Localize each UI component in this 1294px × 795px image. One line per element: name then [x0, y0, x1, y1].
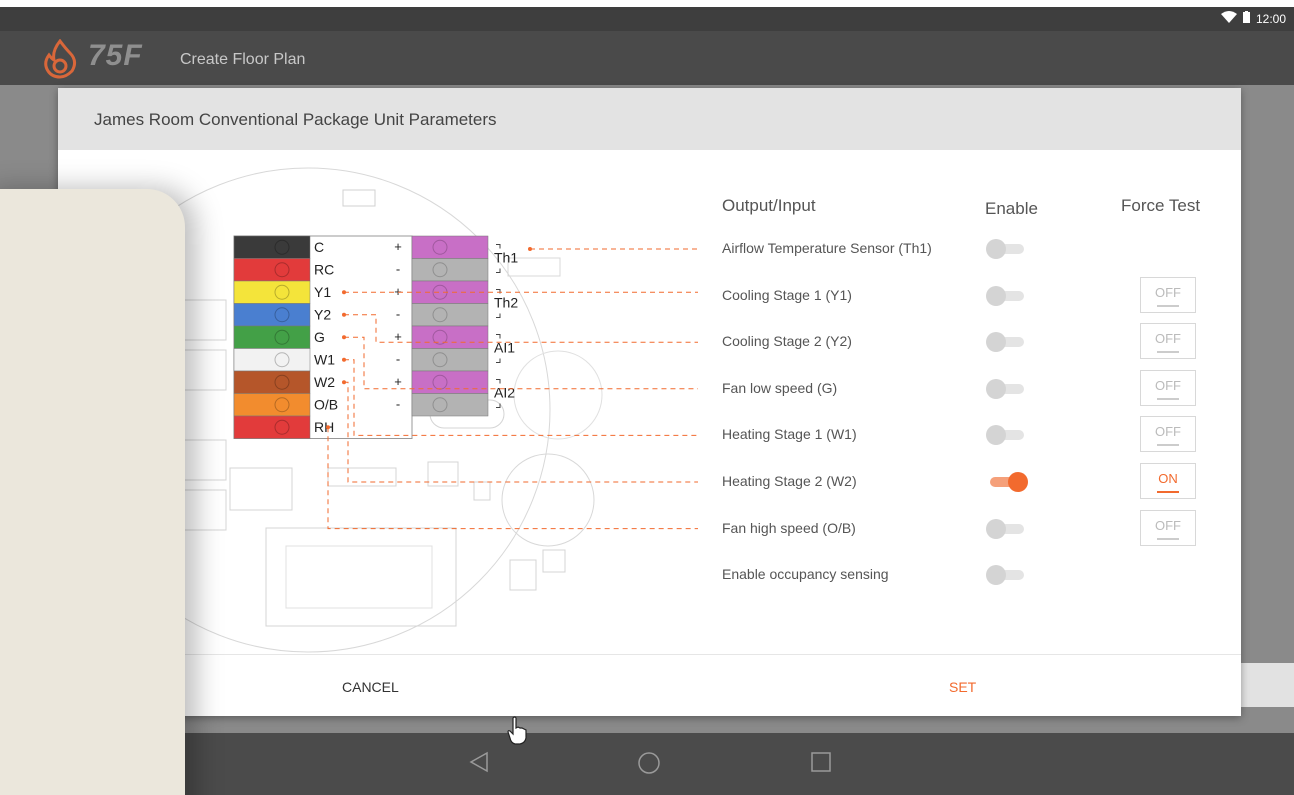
- enable-toggle[interactable]: [986, 238, 1030, 260]
- brand-logo: 75F: [88, 39, 143, 72]
- background-panel: [1234, 663, 1294, 707]
- terminal-swatch: [233, 415, 311, 439]
- force-test-label: OFF: [1155, 284, 1181, 300]
- polarity-label: +: [394, 239, 402, 254]
- force-test-indicator: [1157, 537, 1179, 540]
- column-enable: Enable: [985, 199, 1038, 218]
- status-time: 12:00: [1255, 11, 1286, 26]
- terminal-label: Th1: [494, 250, 518, 266]
- terminal-swatch: [233, 370, 311, 394]
- terminal-label: RC: [314, 262, 334, 278]
- column-force-test: Force Test: [1121, 196, 1201, 215]
- back-icon[interactable]: [469, 751, 489, 778]
- enable-toggle[interactable]: [986, 285, 1030, 307]
- status-bar: 12:00: [0, 7, 1294, 31]
- force-test-indicator: [1157, 351, 1179, 354]
- cancel-button[interactable]: CANCEL: [342, 679, 399, 695]
- force-test-button[interactable]: OFF: [1140, 509, 1196, 546]
- row-label: Airflow Temperature Sensor (Th1): [722, 240, 932, 256]
- force-test-label: ON: [1158, 471, 1178, 486]
- terminal-label: AI2: [494, 385, 515, 401]
- polarity-label: -: [396, 307, 400, 322]
- enable-toggle[interactable]: [986, 471, 1030, 493]
- app-title: Create Floor Plan: [180, 51, 306, 68]
- dialog-header: James Room Conventional Package Unit Par…: [58, 88, 1241, 150]
- enable-toggle[interactable]: [986, 424, 1030, 446]
- row-label: Cooling Stage 1 (Y1): [722, 286, 852, 303]
- polarity-label: -: [396, 352, 400, 367]
- terminal-label: O/B: [314, 397, 338, 413]
- enable-toggle[interactable]: [986, 331, 1030, 353]
- terminal-label: RH: [314, 419, 334, 435]
- navigation-bar: [0, 733, 1294, 795]
- force-test-label: OFF: [1155, 377, 1181, 393]
- row-label: Enable occupancy sensing: [722, 566, 889, 583]
- terminal-label: G: [314, 329, 325, 345]
- force-test-button[interactable]: OFF: [1140, 416, 1196, 453]
- enable-toggle[interactable]: [986, 564, 1030, 586]
- home-icon[interactable]: [637, 751, 661, 780]
- terminal-label: W2: [314, 374, 335, 390]
- row-label: Heating Stage 2 (W2): [722, 473, 857, 489]
- force-test-button[interactable]: OFF: [1140, 276, 1196, 313]
- polarity-label: +: [394, 374, 402, 389]
- android-screen: 12:00 75F Create Floor Plan James Room C…: [0, 7, 1294, 795]
- force-test-indicator: [1157, 397, 1179, 400]
- force-test-button[interactable]: OFF: [1140, 369, 1196, 406]
- left-terminal-block: CRCY1Y2GW1W2O/BRH+-+-+-+-: [233, 235, 413, 439]
- set-button[interactable]: SET: [949, 679, 976, 695]
- terminal-swatch: [233, 393, 311, 417]
- parameters-dialog: James Room Conventional Package Unit Par…: [58, 88, 1241, 716]
- polarity-label: +: [394, 284, 402, 299]
- row-label: Fan high speed (O/B): [722, 519, 856, 536]
- force-test-label: OFF: [1155, 424, 1181, 440]
- force-test-button[interactable]: ON: [1140, 463, 1196, 499]
- terminal-label: Y1: [314, 284, 331, 300]
- flame-logo-icon: [40, 38, 80, 84]
- terminal-swatch: [233, 258, 311, 282]
- force-test-indicator: [1157, 304, 1179, 307]
- force-test-label: OFF: [1155, 517, 1181, 533]
- terminal-swatch: [233, 325, 311, 349]
- column-output-input: Output/Input: [722, 196, 816, 215]
- recents-icon[interactable]: [810, 751, 832, 778]
- polarity-label: -: [396, 262, 400, 277]
- app-bar: 75F Create Floor Plan: [0, 31, 1294, 85]
- dialog-footer: CANCEL SET: [58, 654, 1241, 716]
- force-test-label: OFF: [1155, 331, 1181, 347]
- foreground-tablet-edge: [0, 189, 185, 795]
- terminal-label: Y2: [314, 307, 331, 323]
- force-test-indicator: [1157, 491, 1179, 493]
- row-label: Fan low speed (G): [722, 379, 838, 396]
- force-test-indicator: [1157, 444, 1179, 447]
- dialog-title: James Room Conventional Package Unit Par…: [94, 110, 497, 129]
- terminal-swatch: [233, 303, 311, 327]
- terminal-label: Th2: [494, 295, 518, 311]
- terminal-label: W1: [314, 352, 335, 368]
- polarity-label: -: [396, 397, 400, 412]
- enable-toggle[interactable]: [986, 378, 1030, 400]
- terminal-swatch: [233, 235, 311, 259]
- battery-icon: [1242, 11, 1250, 26]
- terminal-label: C: [314, 239, 324, 255]
- row-label: Cooling Stage 2 (Y2): [722, 333, 852, 350]
- wifi-icon: [1220, 11, 1237, 26]
- terminal-swatch: [233, 280, 311, 304]
- hand-cursor-icon: [506, 716, 528, 751]
- terminal-swatch: [233, 348, 311, 372]
- force-test-button[interactable]: OFF: [1140, 323, 1196, 360]
- row-label: Heating Stage 1 (W1): [722, 426, 857, 443]
- enable-toggle[interactable]: [986, 518, 1030, 540]
